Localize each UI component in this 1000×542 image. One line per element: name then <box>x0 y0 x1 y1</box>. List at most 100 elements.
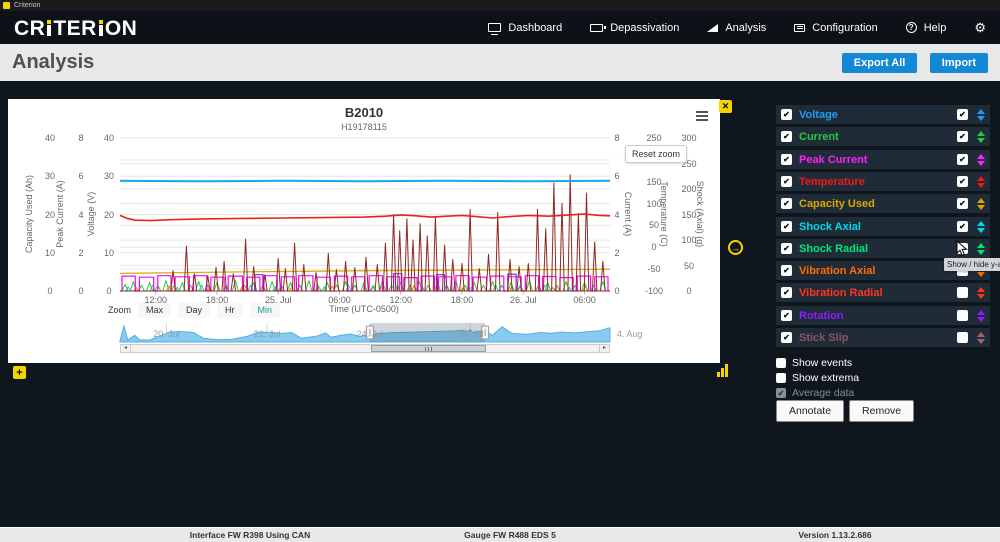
scrollbar-thumb[interactable] <box>371 345 486 352</box>
nav-item-label: Help <box>924 22 947 34</box>
series-label: Capacity Used <box>799 198 950 210</box>
import-button[interactable]: Import <box>930 53 988 73</box>
series-label: Shock Radial <box>799 243 950 255</box>
series-visible-checkbox[interactable] <box>781 176 792 187</box>
reorder-arrows-icon[interactable] <box>977 131 985 143</box>
series-label: Temperature <box>799 176 950 188</box>
y-axis-visible-checkbox[interactable] <box>957 287 968 298</box>
show-extrema-checkbox[interactable] <box>776 373 786 383</box>
reorder-arrows-icon[interactable] <box>977 287 985 299</box>
close-chart-button[interactable] <box>719 100 732 113</box>
mouse-cursor <box>956 240 969 257</box>
reset-zoom-button[interactable]: Reset zoom <box>625 145 687 163</box>
series-visible-checkbox[interactable] <box>781 109 792 120</box>
x-axis-tick: 12:00 <box>134 295 178 305</box>
add-chart-button[interactable] <box>13 366 26 379</box>
nav-item-label: Analysis <box>725 22 766 34</box>
brand-i-glyph <box>47 20 51 36</box>
plot-area[interactable] <box>120 138 610 291</box>
option-average-data[interactable]: Average data <box>776 387 859 399</box>
annotate-button[interactable]: Annotate <box>776 400 844 422</box>
nav-item-dashboard[interactable]: Dashboard <box>488 22 562 34</box>
x-axis-tick: 25. Jul <box>256 295 300 305</box>
y-axis-visible-checkbox[interactable] <box>957 332 968 343</box>
series-row-capacity-used[interactable]: Capacity Used <box>776 194 990 213</box>
reorder-arrows-icon[interactable] <box>977 176 985 188</box>
y-axis-tick: 40 <box>33 133 67 143</box>
expand-arrow-button[interactable] <box>728 240 743 255</box>
reorder-arrows-icon[interactable] <box>977 109 985 121</box>
option-show-events[interactable]: Show events <box>776 357 859 369</box>
dashboard-icon <box>488 23 501 32</box>
series-row-stick-slip[interactable]: Stick Slip <box>776 328 990 347</box>
arrow-down-icon <box>977 161 985 166</box>
series-visible-checkbox[interactable] <box>781 198 792 209</box>
x-axis-tick: 06:00 <box>317 295 361 305</box>
series-visible-checkbox[interactable] <box>781 310 792 321</box>
arrow-up-icon <box>977 221 985 226</box>
y-axis-tick: -100 <box>637 286 671 296</box>
remove-button[interactable]: Remove <box>849 400 914 422</box>
series-row-peak-current[interactable]: Peak Current <box>776 150 990 169</box>
navigator-date-label: 4. Aug <box>610 329 650 339</box>
arrow-up-icon <box>977 243 985 248</box>
series-visible-checkbox[interactable] <box>781 287 792 298</box>
signal-bars-icon[interactable] <box>717 364 728 377</box>
series-row-current[interactable]: Current <box>776 127 990 146</box>
arrow-down-icon <box>977 183 985 188</box>
y-axis-visible-checkbox[interactable] <box>957 154 968 165</box>
reorder-arrows-icon[interactable] <box>977 310 985 322</box>
arrow-down-icon <box>977 250 985 255</box>
series-row-vibration-radial[interactable]: Vibration Radial <box>776 283 990 302</box>
reorder-arrows-icon[interactable] <box>977 243 985 255</box>
x-axis-tick: 18:00 <box>195 295 239 305</box>
chart-menu-icon[interactable] <box>694 107 710 125</box>
y-axis-title: Voltage (V) <box>86 149 96 279</box>
reorder-arrows-icon[interactable] <box>977 332 985 344</box>
series-visible-checkbox[interactable] <box>781 221 792 232</box>
option-show-extrema[interactable]: Show extrema <box>776 372 859 384</box>
arrow-down-icon <box>977 205 985 210</box>
arrow-up-icon <box>977 198 985 203</box>
series-label: Rotation <box>799 310 950 322</box>
y-axis-visible-checkbox[interactable] <box>957 198 968 209</box>
window-titlebar: Criterion <box>0 0 1000 11</box>
nav-item-help[interactable]: Help <box>906 22 947 34</box>
brand-logo[interactable]: CR TER ON <box>14 20 137 36</box>
nav-item-analysis[interactable]: Analysis <box>707 22 766 34</box>
series-label: Current <box>799 131 950 143</box>
x-axis-tick: 06:00 <box>562 295 606 305</box>
y-axis-tooltip: Show / hide y-axis <box>944 258 1000 271</box>
show-events-checkbox[interactable] <box>776 358 786 368</box>
y-axis-visible-checkbox[interactable] <box>957 310 968 321</box>
scroll-right-icon[interactable] <box>599 345 609 352</box>
gear-icon[interactable] <box>974 21 986 34</box>
reorder-arrows-icon[interactable] <box>977 154 985 166</box>
export-all-button[interactable]: Export All <box>842 53 918 73</box>
nav-item-label: Depassivation <box>610 22 679 34</box>
series-row-rotation[interactable]: Rotation <box>776 306 990 325</box>
series-row-voltage[interactable]: Voltage <box>776 105 990 124</box>
y-axis-visible-checkbox[interactable] <box>957 176 968 187</box>
series-visible-checkbox[interactable] <box>781 332 792 343</box>
scroll-left-icon[interactable] <box>121 345 131 352</box>
series-row-temperature[interactable]: Temperature <box>776 172 990 191</box>
nav-menu: Dashboard Depassivation Analysis Configurat… <box>488 21 986 34</box>
series-visible-checkbox[interactable] <box>781 243 792 254</box>
y-axis-visible-checkbox[interactable] <box>957 109 968 120</box>
chart-options: Show events Show extrema Average data <box>776 357 859 402</box>
nav-item-configuration[interactable]: Configuration <box>794 22 877 34</box>
reorder-arrows-icon[interactable] <box>977 221 985 233</box>
navigator-scrollbar[interactable] <box>120 344 610 353</box>
nav-item-depassivation[interactable]: Depassivation <box>590 22 679 34</box>
series-visible-checkbox[interactable] <box>781 154 792 165</box>
y-axis-visible-checkbox[interactable] <box>957 221 968 232</box>
arrow-up-icon <box>977 109 985 114</box>
series-visible-checkbox[interactable] <box>781 131 792 142</box>
series-visible-checkbox[interactable] <box>781 265 792 276</box>
series-row-shock-axial[interactable]: Shock Axial <box>776 217 990 236</box>
y-axis-visible-checkbox[interactable] <box>957 131 968 142</box>
header-actions: Export All Import <box>834 53 988 73</box>
reorder-arrows-icon[interactable] <box>977 198 985 210</box>
navbar: CR TER ON Dashboard Depassivation Analysis… <box>0 11 1000 44</box>
